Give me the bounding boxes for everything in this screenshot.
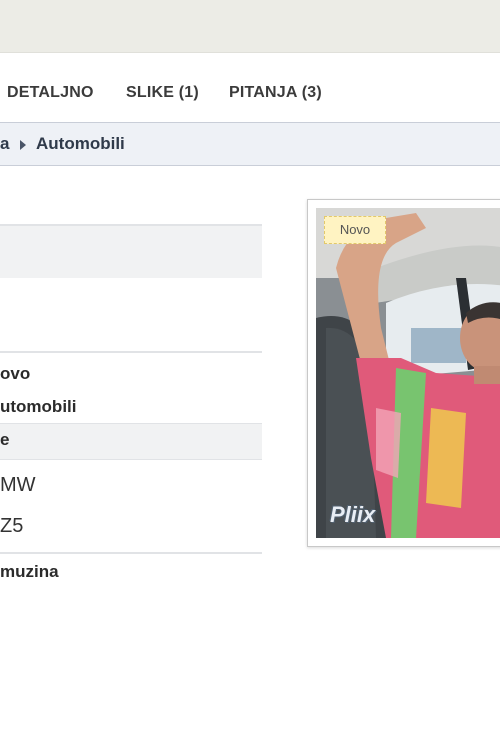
body-type-value: muzina	[0, 562, 59, 581]
tab-pitanja[interactable]: PITANJA (3)	[229, 84, 322, 102]
divider	[0, 552, 262, 554]
top-bar	[0, 0, 500, 53]
breadcrumb-current[interactable]: Automobili	[36, 134, 125, 154]
section-label: e	[0, 430, 10, 449]
details-header-band	[0, 226, 262, 278]
section-band: e	[0, 423, 262, 460]
new-badge: Novo	[324, 216, 386, 244]
tab-detaljno[interactable]: DETALJNO	[7, 84, 94, 102]
chevron-right-icon	[20, 140, 26, 150]
breadcrumb-parent[interactable]: a	[0, 134, 9, 154]
listing-photo-frame[interactable]: Novo Pliix	[307, 199, 500, 547]
car-interior-illustration	[316, 208, 500, 538]
brand-value: MW	[0, 474, 36, 496]
category-value: utomobili	[0, 397, 77, 416]
divider	[0, 351, 262, 353]
condition-value: ovo	[0, 364, 31, 383]
breadcrumb: a Automobili	[0, 122, 500, 166]
watermark-logo: Pliix	[330, 502, 376, 527]
listing-photo[interactable]: Novo Pliix	[316, 208, 500, 538]
tab-slike[interactable]: SLIKE (1)	[126, 84, 199, 102]
model-value: Z5	[0, 515, 24, 537]
tab-bar: DETALJNO SLIKE (1) PITANJA (3)	[0, 66, 500, 122]
